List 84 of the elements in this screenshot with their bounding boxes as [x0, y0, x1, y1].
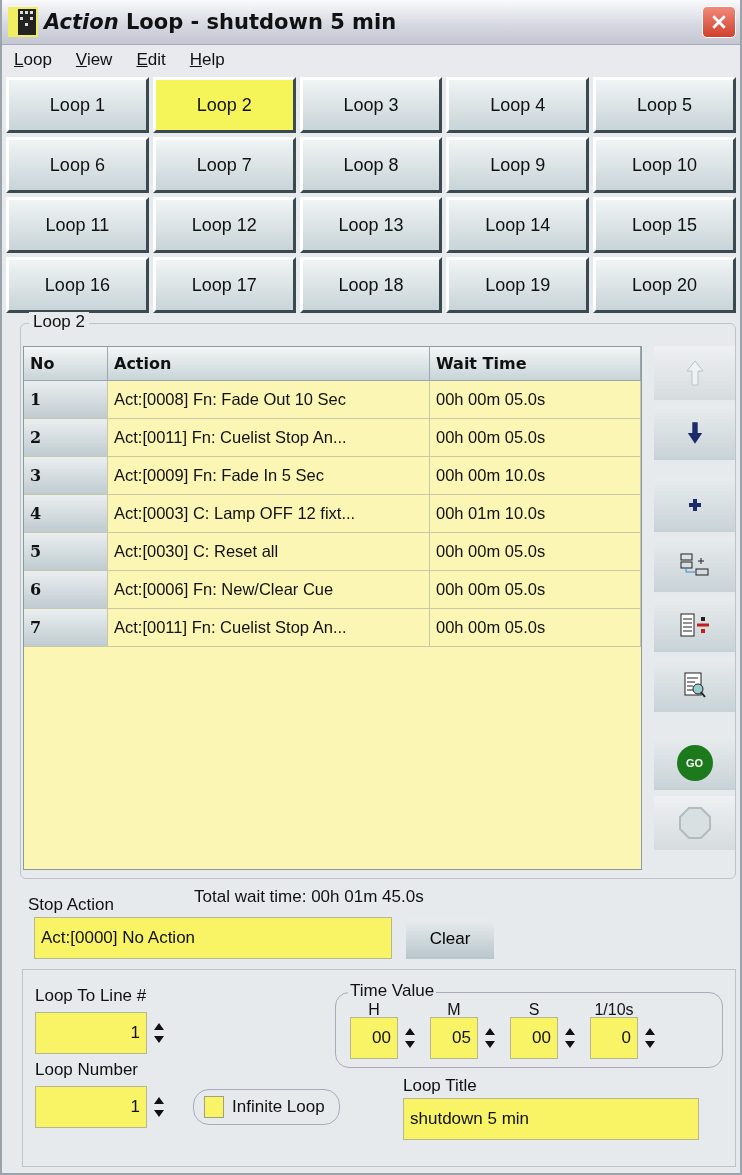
table-cell: 6 [24, 571, 108, 609]
table-cell: Act:[0030] C: Reset all [108, 533, 430, 571]
close-icon [711, 14, 727, 30]
loop-title-label: Loop Title [403, 1076, 478, 1096]
loop-button[interactable]: Loop 18 [299, 257, 443, 313]
spinner-icon[interactable] [153, 1095, 165, 1119]
loop-button[interactable]: Loop 13 [299, 197, 443, 253]
table-cell: 1 [24, 381, 108, 419]
loop-to-line-label: Loop To Line # [35, 986, 148, 1006]
plus-icon [687, 498, 702, 512]
time-unit-label: S [528, 1001, 541, 1019]
loop-number-label: Loop Number [35, 1060, 139, 1080]
table-cell: 00h 00m 05.0s [430, 571, 641, 609]
insert-row-icon [679, 552, 710, 578]
table-cell: 00h 00m 05.0s [430, 609, 641, 647]
column-header[interactable]: No [24, 347, 108, 381]
column-header[interactable]: Action [108, 347, 430, 381]
loop-button[interactable]: Loop 10 [593, 137, 736, 193]
spinner-icon[interactable] [564, 1026, 576, 1050]
stop-action-label: Stop Action [28, 894, 114, 915]
table-cell: 00h 00m 05.0s [430, 419, 641, 457]
loop-button[interactable]: Loop 12 [152, 197, 296, 253]
loop-button[interactable]: Loop 1 [6, 77, 149, 133]
infinite-loop-checkbox[interactable]: Infinite Loop [193, 1089, 340, 1125]
menu-item[interactable]: Edit [136, 50, 166, 70]
loop-button[interactable]: Loop 3 [299, 77, 443, 133]
spinner-icon[interactable] [404, 1026, 416, 1050]
loop-button[interactable]: Loop 17 [152, 257, 296, 313]
group-title: Loop 2 [29, 312, 89, 332]
spinner-icon[interactable] [484, 1026, 496, 1050]
table-cell: 00h 01m 10.0s [430, 495, 641, 533]
loop-button[interactable]: Loop 4 [446, 77, 590, 133]
stop-action-field[interactable]: Act:[0000] No Action [34, 917, 392, 959]
table-cell: 7 [24, 609, 108, 647]
time-unit-label: 1/10s [594, 1001, 635, 1019]
spinner-icon[interactable] [644, 1026, 656, 1050]
table-cell: Act:[0003] C: Lamp OFF 12 fixt... [108, 495, 430, 533]
loop-button[interactable]: Loop 14 [446, 197, 590, 253]
close-button[interactable] [702, 6, 736, 38]
time-field[interactable]: 0 [590, 1017, 638, 1059]
table-cell: Act:[0008] Fn: Fade Out 10 Sec [108, 381, 430, 419]
up-arrow-icon [684, 359, 705, 387]
table-cell: Act:[0009] Fn: Fade In 5 Sec [108, 457, 430, 495]
loop-button[interactable]: Loop 5 [593, 77, 736, 133]
table-cell: 3 [24, 457, 108, 495]
menu-item[interactable]: Loop [14, 50, 52, 70]
table-cell: Act:[0011] Fn: Cuelist Stop An... [108, 419, 430, 457]
table-cell: 2 [24, 419, 108, 457]
loop-button[interactable]: Loop 7 [152, 137, 296, 193]
time-field[interactable]: 00 [350, 1017, 398, 1059]
table-cell: 00h 00m 10.0s [430, 457, 641, 495]
document-search-icon [682, 672, 707, 698]
loop-button[interactable]: Loop 6 [6, 137, 149, 193]
loop-button[interactable]: Loop 11 [6, 197, 149, 253]
table-cell: Act:[0011] Fn: Cuelist Stop An... [108, 609, 430, 647]
loop-number-field[interactable]: 1 [35, 1086, 147, 1128]
window-title: Action Loop - shutdown 5 min [44, 10, 398, 34]
time-unit-label: H [368, 1001, 381, 1019]
go-icon: GO [676, 745, 713, 781]
time-field[interactable]: 00 [510, 1017, 558, 1059]
delete-row-icon [679, 612, 710, 638]
spinner-icon[interactable] [153, 1021, 165, 1045]
menu-item[interactable]: View [75, 50, 113, 70]
loop-to-line-field[interactable]: 1 [35, 1012, 147, 1054]
loop-button[interactable]: Loop 9 [446, 137, 590, 193]
octagon-icon [677, 806, 712, 840]
table-cell: 5 [24, 533, 108, 571]
menu-item[interactable]: Help [189, 50, 225, 70]
table-cell: 4 [24, 495, 108, 533]
loop-button[interactable]: Loop 20 [593, 257, 736, 313]
time-unit-label: M [447, 1001, 462, 1019]
loop-button[interactable]: Loop 19 [446, 257, 590, 313]
loop-button[interactable]: Loop 8 [299, 137, 443, 193]
total-wait-time: Total wait time: 00h 01m 45.0s [194, 887, 424, 907]
loop-button[interactable]: Loop 16 [6, 257, 149, 313]
loop-title-field[interactable]: shutdown 5 min [403, 1098, 699, 1140]
table-cell: Act:[0006] Fn: New/Clear Cue [108, 571, 430, 609]
grid-icon [8, 7, 38, 37]
time-field[interactable]: 05 [430, 1017, 478, 1059]
column-header[interactable]: Wait Time [430, 347, 641, 381]
loop-button[interactable]: Loop 15 [593, 197, 736, 253]
loop-button[interactable]: Loop 2 [152, 77, 296, 133]
table-cell: 00h 00m 05.0s [430, 381, 641, 419]
table-cell: 00h 00m 05.0s [430, 533, 641, 571]
